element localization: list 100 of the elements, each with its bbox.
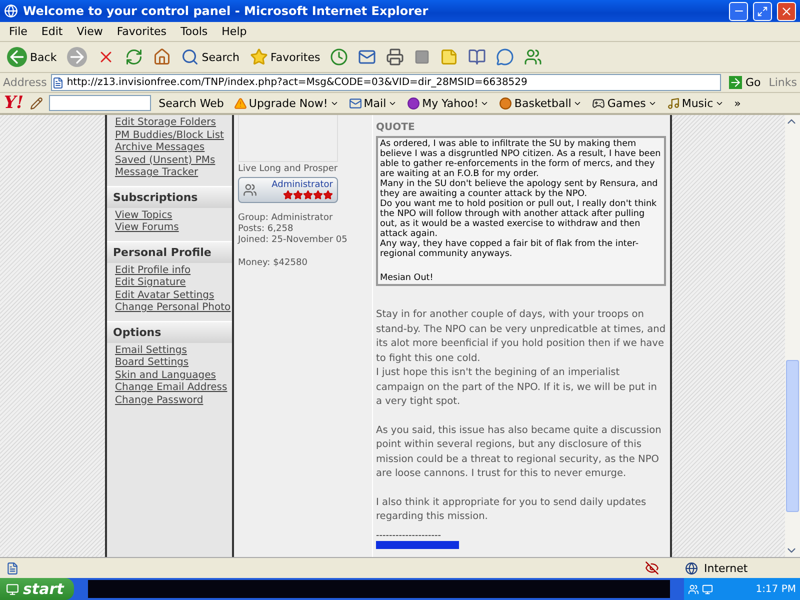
close-button[interactable] (777, 2, 796, 20)
square-icon (414, 49, 430, 65)
history-icon (330, 48, 348, 66)
globe-icon (685, 562, 698, 574)
sidebar-link[interactable]: PM Buddies/Block List (115, 130, 232, 142)
search-field[interactable] (48, 95, 151, 111)
warning-icon (234, 96, 247, 110)
music-note-icon (666, 96, 680, 110)
sidebar-link[interactable]: Change Email Address (115, 382, 232, 394)
menu-item[interactable]: Tools (174, 25, 215, 38)
author-info: Group: Administrator (238, 213, 334, 224)
author-motto: Live Long and Prosper (238, 164, 339, 175)
author-info: Posts: 6,258 (238, 224, 294, 235)
star-icon (250, 48, 268, 66)
star-icon (283, 190, 293, 200)
speech-bubble-icon (496, 48, 514, 66)
address-label: Address (3, 76, 47, 89)
mail-icon (348, 96, 362, 110)
sidebar-link[interactable]: Edit Avatar Settings (115, 290, 232, 302)
ball-icon (499, 96, 512, 110)
print-icon (386, 48, 404, 66)
author-money: Money: $42580 (238, 258, 308, 269)
star-icon (313, 190, 323, 200)
sidebar-link[interactable]: Message Tracker (115, 167, 232, 180)
quote-text: Do you want me to hold position or pull out, I really don't think the NPO will follow through with another attack after pulling out, as it would be a wasted exercise to withdraw and then attack again. (380, 199, 658, 239)
sidebar-link[interactable]: Edit Profile info (115, 264, 232, 277)
book-icon (468, 48, 486, 66)
more-button[interactable]: » (732, 96, 743, 110)
sidebar-link[interactable]: Archive Messages (115, 142, 232, 154)
page-icon (52, 76, 64, 88)
quote-text: As ordered, I was able to infiltrate the SU by making them believe I was a disgruntled NPO citizen. As a result, I have been able to gather re-enforcements in the form of mercs, and they are waiting at an F.O.B for my order. (380, 139, 662, 179)
sidebar-link[interactable]: View Forums (115, 222, 232, 234)
go-button[interactable]: Go (725, 76, 765, 89)
star-icon (303, 190, 313, 200)
home-icon (152, 48, 171, 66)
ie-page-icon (4, 4, 18, 18)
security-zone: Internet (704, 562, 749, 574)
mail-icon (358, 48, 376, 66)
sidebar-link[interactable]: Skin and Languages (115, 370, 232, 382)
toolbar-button[interactable]: Back (4, 44, 60, 70)
search-icon (180, 48, 199, 66)
menu-item[interactable]: Help (214, 25, 254, 38)
minimize-button[interactable] (729, 2, 748, 20)
gamepad-icon (592, 96, 606, 110)
sidebar-link[interactable]: Change Personal Photo (115, 302, 232, 314)
close-icon (780, 4, 793, 18)
quote-text: Any way, they have copped a fair bit of flak from the inter-regional community anyways. (380, 239, 640, 259)
note-icon (440, 48, 458, 66)
sidebar-link[interactable]: Email Settings (115, 344, 232, 357)
menu-item[interactable]: Favorites (110, 25, 174, 38)
author-info: Joined: 25-November 05 (238, 235, 348, 246)
toolbar-button[interactable]: Search (178, 44, 243, 70)
yahoo-toolbar-button[interactable]: Upgrade Now! (232, 96, 341, 110)
sidebar-link[interactable]: Edit Signature (115, 277, 232, 290)
circle-icon (407, 96, 420, 110)
yahoo-toolbar-button[interactable]: Basketball (497, 96, 584, 110)
sidebar-link[interactable]: View Topics (115, 210, 232, 222)
privacy-icon[interactable] (645, 561, 659, 575)
menu-item[interactable]: View (70, 25, 110, 38)
people-icon (524, 48, 542, 66)
yahoo-logo[interactable]: Y! (4, 93, 24, 113)
window-title: Welcome to your control panel - Microsoft Internet Explorer (23, 4, 430, 18)
sidebar-link[interactable]: Saved (Unsent) PMs (115, 154, 232, 167)
links-label[interactable]: Links (768, 76, 797, 89)
menu-item[interactable]: Edit (34, 25, 70, 38)
yahoo-toolbar-button[interactable]: Mail (346, 96, 400, 110)
page-icon (6, 562, 19, 574)
sidebar-link[interactable]: Change Password (115, 394, 232, 407)
yahoo-toolbar-button[interactable]: Music (664, 96, 726, 110)
maximize-icon (757, 6, 768, 16)
menu-item[interactable]: File (2, 25, 34, 38)
address-field[interactable]: http://z13.invisionfree.com/TNP/index.php?act=Msg&CODE=03&VID=dir_28MSID=6638529 (50, 74, 722, 91)
sidebar-link[interactable]: Edit Storage Folders (115, 117, 232, 130)
rank-label: Administrator (272, 180, 333, 190)
quote-label: QUOTE (376, 122, 416, 133)
message-text: I just hope this isn't the begining of an imperialist campaign on the part of the NPO. If it is, we will be put in a very tight spot. (376, 366, 658, 409)
quote-text: Many in the SU don't believe the apology sent by Rensura, and they are awaiting a counter attack by the NPO. (380, 179, 659, 199)
toolbar-button[interactable]: Favorites (246, 44, 324, 70)
section-heading: Subscriptions (107, 186, 232, 208)
section-heading: Options (107, 320, 232, 342)
section-heading: Personal Profile (107, 240, 232, 262)
star-icon (293, 190, 303, 200)
message-text: I also think it appropriate for you to send daily updates regarding this mission. (376, 496, 648, 524)
people-icon[interactable] (688, 584, 699, 594)
star-icon (323, 190, 333, 200)
message-text: As you said, this issue has also became quite a discussion point within several regions, but any disclosure of this mission could be a threat to regional security, as the NPO are loose cannons. I trust for this to never emurge. (376, 424, 662, 481)
refresh-icon (124, 48, 143, 66)
quote-text: Mesian Out! (380, 273, 434, 283)
yahoo-toolbar-button[interactable]: Games (590, 96, 659, 110)
scrollbar[interactable] (785, 115, 800, 557)
sidebar-link[interactable]: Board Settings (115, 357, 232, 370)
yahoo-toolbar-button[interactable]: My Yahoo! (405, 96, 492, 110)
pencil-icon[interactable] (30, 96, 43, 110)
monitor-icon[interactable] (702, 584, 713, 594)
clock: 1:17 PM (756, 584, 796, 594)
maximize-button[interactable] (753, 2, 772, 20)
start-button[interactable]: start (0, 578, 74, 600)
message-text: Stay in for another couple of days, with your troops on stand-by. The NPO can be very unpredicatble at times, and its alot more beenficial if you hold position then if we have to fight this one cold. (376, 308, 666, 366)
search-web-button[interactable]: Search Web (156, 96, 226, 110)
signature-divider: -------------------- (376, 530, 442, 540)
